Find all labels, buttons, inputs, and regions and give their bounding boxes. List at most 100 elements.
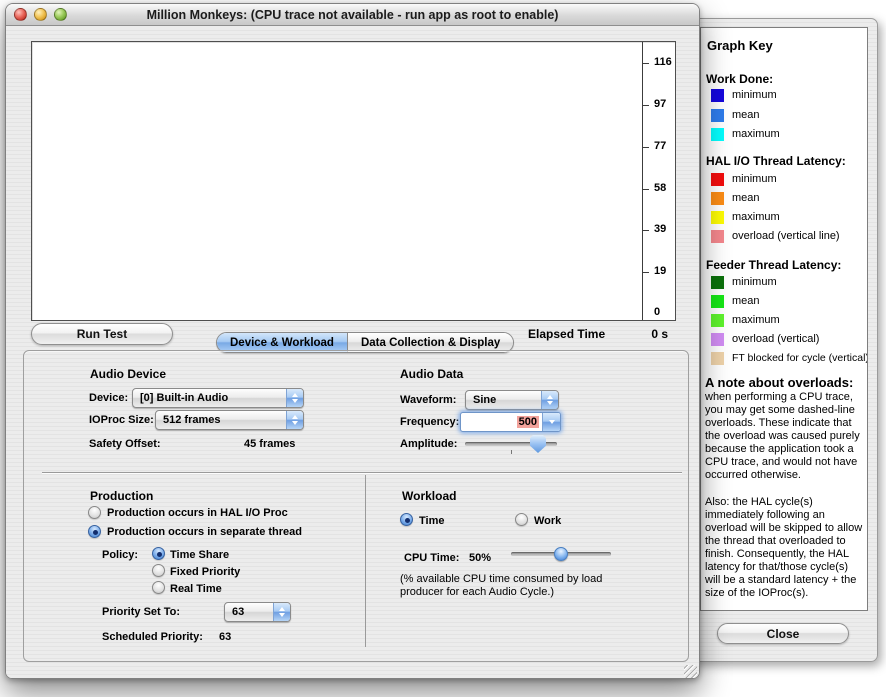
y-axis-tick	[643, 63, 649, 64]
amplitude-slider-thumb[interactable]	[530, 435, 546, 453]
radio-policy-time-share[interactable]	[152, 547, 165, 560]
y-axis-label: 0	[654, 306, 700, 318]
priority-popup[interactable]: 63	[224, 602, 291, 622]
device-workload-pane: Audio Device Device: [0] Built-in Audio …	[23, 350, 689, 662]
popup-arrows-icon	[286, 389, 303, 407]
legend-item: minimum	[711, 172, 777, 186]
frequency-label: Frequency:	[400, 416, 459, 428]
legend-swatch	[711, 333, 724, 346]
legend-swatch	[711, 295, 724, 308]
waveform-popup[interactable]: Sine	[465, 390, 559, 410]
key-section-work-done: Work Done:	[706, 72, 773, 86]
overload-note-title: A note about overloads:	[705, 375, 853, 390]
legend-swatch	[711, 314, 724, 327]
legend-swatch	[711, 109, 724, 122]
legend-swatch	[711, 211, 724, 224]
legend-item: maximum	[711, 313, 780, 327]
y-axis-tick	[643, 272, 649, 273]
overload-note-paragraph-2: Also: the HAL cycle(s) immediately follo…	[705, 496, 863, 600]
y-axis-label: 97	[654, 98, 700, 110]
legend-item: mean	[711, 108, 760, 122]
legend-item: mean	[711, 191, 760, 205]
production-title: Production	[90, 489, 153, 503]
radio-workload-work-label[interactable]: Work	[534, 515, 561, 527]
device-label: Device:	[89, 392, 128, 404]
radio-workload-time-label[interactable]: Time	[419, 515, 444, 527]
y-axis-label: 116	[654, 56, 700, 68]
device-popup[interactable]: [0] Built-in Audio	[132, 388, 304, 408]
y-axis-tick	[643, 230, 649, 231]
safety-offset-value: 45 frames	[244, 438, 295, 450]
legend-swatch	[711, 276, 724, 289]
cpu-time-note: (% available CPU time consumed by load p…	[400, 573, 635, 599]
radio-production-hal-label[interactable]: Production occurs in HAL I/O Proc	[107, 507, 288, 519]
resize-grip-icon[interactable]	[684, 665, 697, 678]
cpu-time-label: CPU Time:	[404, 552, 459, 564]
cpu-time-slider-thumb[interactable]	[554, 547, 568, 561]
radio-workload-work[interactable]	[515, 513, 528, 526]
radio-production-hal[interactable]	[88, 506, 101, 519]
elapsed-time-value: 0 s	[616, 327, 668, 341]
legend-item: overload (vertical line)	[711, 229, 840, 243]
vertical-divider	[365, 475, 366, 647]
scheduled-priority-label: Scheduled Priority:	[102, 631, 203, 643]
workload-title: Workload	[402, 489, 456, 503]
radio-workload-time[interactable]	[400, 513, 413, 526]
graph-key-panel: Graph Key Work Done: minimum mean maximu…	[700, 27, 868, 611]
legend-item: maximum	[711, 210, 780, 224]
horizontal-divider	[42, 472, 682, 474]
amplitude-label: Amplitude:	[400, 438, 457, 450]
y-axis-label: 77	[654, 140, 700, 152]
legend-item: minimum	[711, 88, 777, 102]
key-section-hal-latency: HAL I/O Thread Latency:	[706, 154, 846, 168]
cpu-time-slider[interactable]	[511, 545, 611, 563]
close-button[interactable]: Close	[717, 623, 849, 644]
legend-item: mean	[711, 294, 760, 308]
run-test-button[interactable]: Run Test	[31, 323, 173, 345]
combo-dropdown-icon[interactable]	[542, 413, 560, 431]
window-title: Million Monkeys: (CPU trace not availabl…	[6, 8, 699, 22]
radio-policy-fixed-priority[interactable]	[152, 564, 165, 577]
cpu-time-value: 50%	[469, 552, 491, 564]
radio-production-thread[interactable]	[88, 525, 101, 538]
radio-policy-real-time-label[interactable]: Real Time	[170, 583, 222, 595]
graph-plot-area: 116 97 77 58 39 19 0	[31, 41, 676, 321]
legend-item: minimum	[711, 275, 777, 289]
radio-policy-time-share-label[interactable]: Time Share	[170, 549, 229, 561]
waveform-label: Waveform:	[400, 394, 456, 406]
audio-device-title: Audio Device	[90, 367, 166, 381]
y-axis-label: 58	[654, 182, 700, 194]
y-axis-label: 39	[654, 223, 700, 235]
radio-policy-fixed-priority-label[interactable]: Fixed Priority	[170, 566, 240, 578]
priority-set-to-label: Priority Set To:	[102, 606, 180, 618]
graph-key-drawer: Graph Key Work Done: minimum mean maximu…	[688, 18, 878, 662]
window-content: 116 97 77 58 39 19 0 Run Test Device & W…	[6, 27, 699, 678]
overload-note-paragraph-1: when performing a CPU trace, you may get…	[705, 391, 863, 482]
frequency-combobox[interactable]: 500	[460, 412, 561, 432]
frequency-field[interactable]: 500	[461, 413, 542, 431]
radio-production-thread-label[interactable]: Production occurs in separate thread	[107, 526, 302, 538]
popup-arrows-icon	[273, 603, 290, 621]
legend-swatch	[711, 192, 724, 205]
legend-item: overload (vertical)	[711, 332, 819, 346]
ioproc-size-label: IOProc Size:	[89, 414, 154, 426]
title-bar[interactable]: Million Monkeys: (CPU trace not availabl…	[6, 4, 699, 26]
radio-policy-real-time[interactable]	[152, 581, 165, 594]
legend-swatch	[711, 173, 724, 186]
y-axis-tick	[643, 105, 649, 106]
y-axis-tick	[643, 189, 649, 190]
frequency-value: 500	[517, 416, 539, 428]
audio-data-title: Audio Data	[400, 367, 463, 381]
scheduled-priority-value: 63	[219, 631, 231, 643]
legend-swatch	[711, 230, 724, 243]
elapsed-time-label: Elapsed Time	[528, 327, 605, 341]
legend-swatch	[711, 352, 724, 365]
amplitude-slider[interactable]	[465, 433, 557, 455]
slider-center-tick	[511, 450, 512, 454]
y-axis-tick	[643, 147, 649, 148]
legend-swatch	[711, 89, 724, 102]
policy-label: Policy:	[102, 549, 138, 561]
legend-item: FT blocked for cycle (vertical)	[711, 351, 868, 365]
graph-key-title: Graph Key	[707, 38, 773, 53]
ioproc-size-popup[interactable]: 512 frames	[155, 410, 304, 430]
